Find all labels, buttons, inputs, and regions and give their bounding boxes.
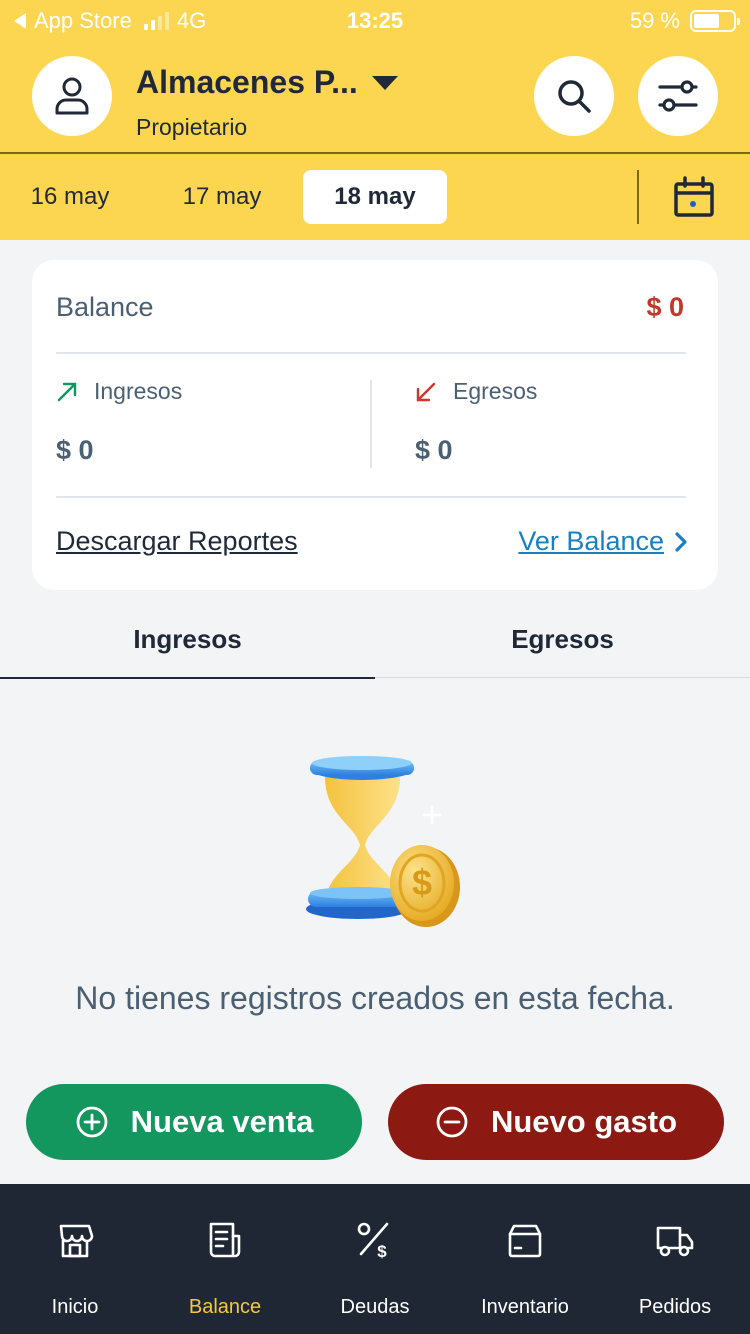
date-tab-selected[interactable]: 18 may xyxy=(303,170,447,224)
vertical-divider xyxy=(370,380,372,468)
nav-label: Balance xyxy=(188,1296,262,1318)
tab-expenses[interactable]: Egresos xyxy=(375,600,750,678)
arrow-up-right-icon xyxy=(57,382,77,401)
percent-dollar-icon: $ xyxy=(357,1222,389,1260)
empty-state-message: No tienes registros creados en esta fech… xyxy=(75,980,675,1016)
user-role: Propietario xyxy=(136,114,248,140)
caret-down-icon xyxy=(371,75,398,90)
view-balance-label: Ver Balance xyxy=(518,526,664,556)
nav-item-inventario[interactable]: Inventario xyxy=(450,1184,600,1334)
expense-summary: Egresos $ 0 xyxy=(415,378,537,466)
date-selector: 16 may 17 may 18 may xyxy=(0,154,750,240)
divider xyxy=(56,496,686,498)
transaction-tabs: Ingresos Egresos xyxy=(0,600,750,679)
search-button[interactable] xyxy=(534,56,614,136)
view-balance-link[interactable]: Ver Balance xyxy=(518,526,688,557)
expense-label: Egresos xyxy=(453,378,538,404)
search-icon xyxy=(558,80,591,113)
chevron-right-icon xyxy=(675,531,687,552)
svg-text:$: $ xyxy=(412,862,432,903)
user-icon xyxy=(55,77,89,115)
nav-label: Inicio xyxy=(51,1296,99,1318)
income-summary: Ingresos $ 0 xyxy=(56,378,182,466)
expense-value: $ 0 xyxy=(415,435,453,465)
store-icon xyxy=(59,1224,94,1258)
svg-text:$: $ xyxy=(377,1242,387,1260)
tab-income[interactable]: Ingresos xyxy=(0,600,375,679)
nav-label: Deudas xyxy=(340,1296,410,1318)
balance-label: Balance xyxy=(56,292,154,322)
divider xyxy=(56,352,686,354)
arrow-down-left-icon xyxy=(416,382,436,401)
balance-card: Balance $ 0 Ingresos $ 0 Egresos $ 0 Des… xyxy=(32,260,718,590)
nav-item-inicio[interactable]: Inicio xyxy=(0,1184,150,1334)
status-right: 59 % xyxy=(629,8,740,34)
filter-button[interactable] xyxy=(638,56,718,136)
status-bar: App Store 4G 13:25 59 % xyxy=(0,0,750,42)
nav-label: Inventario xyxy=(481,1296,569,1318)
store-selector[interactable]: Almacenes P... xyxy=(136,64,398,101)
hourglass-coin-illustration: $ xyxy=(306,756,460,927)
income-value: $ 0 xyxy=(56,435,94,465)
nav-label: Pedidos xyxy=(638,1296,712,1318)
calendar-button[interactable] xyxy=(664,172,724,222)
nav-item-balance[interactable]: Balance xyxy=(150,1184,300,1334)
new-expense-button[interactable]: Nuevo gasto xyxy=(388,1084,724,1160)
new-sale-label: Nueva venta xyxy=(130,1104,314,1139)
filter-sliders-icon xyxy=(658,80,698,112)
receipt-icon xyxy=(209,1222,241,1258)
nav-item-deudas[interactable]: $ Deudas xyxy=(300,1184,450,1334)
download-reports-link[interactable]: Descargar Reportes xyxy=(56,526,298,557)
new-expense-label: Nuevo gasto xyxy=(490,1104,678,1139)
box-icon xyxy=(508,1224,542,1258)
app-header: Almacenes P... Propietario xyxy=(0,42,750,154)
date-divider xyxy=(637,170,639,224)
battery-icon xyxy=(690,10,740,32)
date-tab[interactable]: 17 may xyxy=(150,170,294,224)
calendar-icon xyxy=(674,176,714,217)
date-tab[interactable]: 16 may xyxy=(0,170,140,224)
profile-avatar-button[interactable] xyxy=(32,56,112,136)
balance-value: $ 0 xyxy=(646,292,684,322)
store-name: Almacenes P... xyxy=(136,64,358,100)
battery-percent: 59 % xyxy=(629,8,680,33)
minus-circle-icon xyxy=(436,1106,468,1138)
new-sale-button[interactable]: Nueva venta xyxy=(26,1084,362,1160)
income-label: Ingresos xyxy=(94,378,183,404)
truck-icon xyxy=(656,1226,694,1257)
nav-item-pedidos[interactable]: Pedidos xyxy=(600,1184,750,1334)
plus-circle-icon xyxy=(76,1106,108,1138)
bottom-navigation: Inicio Balance $ Deudas Inventario Pedid… xyxy=(0,1184,750,1334)
